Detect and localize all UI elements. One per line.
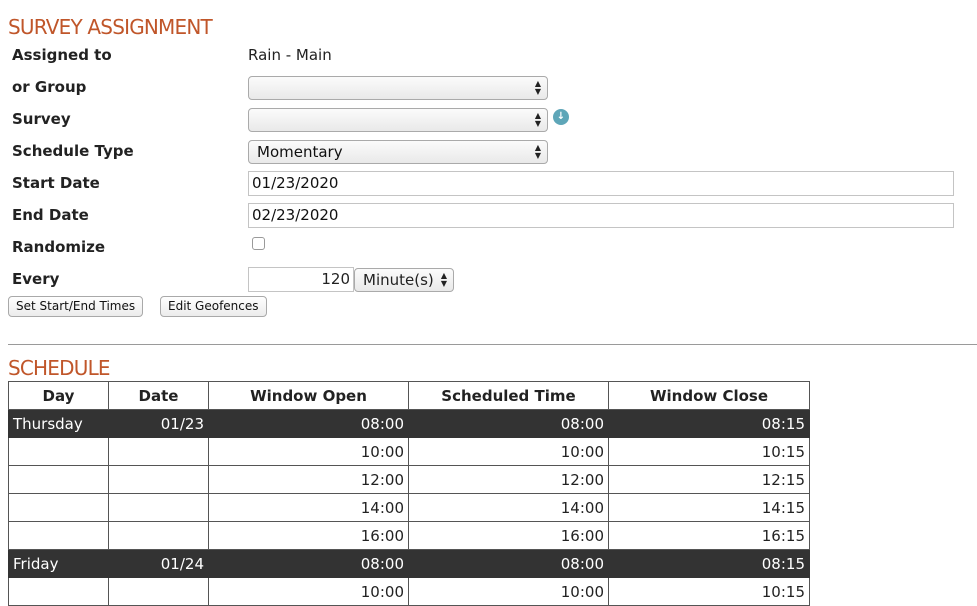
randomize-checkbox[interactable]	[252, 237, 265, 250]
cell-day	[8, 521, 109, 550]
section-divider	[8, 344, 977, 345]
cell-window-open: 08:00	[208, 409, 409, 438]
randomize-label: Randomize	[12, 238, 106, 256]
header-window-open: Window Open	[208, 381, 409, 410]
header-window-close: Window Close	[608, 381, 810, 410]
cell-day: Thursday	[8, 409, 109, 438]
start-date-input[interactable]: 01/23/2020	[248, 171, 954, 196]
cell-date: 01/24	[108, 549, 209, 578]
cell-date	[108, 437, 209, 466]
group-label: or Group	[12, 78, 87, 96]
table-row: 10:00 10:00 10:15	[8, 437, 810, 466]
cell-scheduled-time: 10:00	[408, 437, 609, 466]
schedule-table: Day Date Window Open Scheduled Time Wind…	[8, 381, 810, 606]
assigned-to-label: Assigned to	[12, 46, 112, 64]
cell-date	[108, 465, 209, 494]
survey-assignment-title: SURVEY ASSIGNMENT	[8, 15, 213, 39]
cell-scheduled-time: 12:00	[408, 465, 609, 494]
every-input[interactable]: 120	[248, 267, 354, 292]
cell-date	[108, 493, 209, 522]
cell-window-open: 10:00	[208, 437, 409, 466]
cell-window-open: 16:00	[208, 521, 409, 550]
cell-window-close: 08:15	[608, 409, 810, 438]
schedule-type-select[interactable]: Momentary ▲ ▼	[248, 140, 548, 164]
every-label: Every	[12, 270, 60, 288]
header-scheduled-time: Scheduled Time	[408, 381, 609, 410]
cell-date: 01/23	[108, 409, 209, 438]
cell-day: Friday	[8, 549, 109, 578]
cell-window-close: 16:15	[608, 521, 810, 550]
cell-window-close: 10:15	[608, 577, 810, 606]
end-date-input[interactable]: 02/23/2020	[248, 203, 954, 228]
cell-window-close: 08:15	[608, 549, 810, 578]
cell-scheduled-time: 16:00	[408, 521, 609, 550]
table-row: Friday 01/24 08:00 08:00 08:15	[8, 549, 810, 578]
header-day: Day	[8, 381, 109, 410]
cell-day	[8, 577, 109, 606]
header-date: Date	[108, 381, 209, 410]
end-date-label: End Date	[12, 206, 89, 224]
table-row: 10:00 10:00 10:15	[8, 577, 810, 606]
cell-date	[108, 577, 209, 606]
up-down-arrows-icon: ▲ ▼	[534, 79, 542, 96]
start-date-label: Start Date	[12, 174, 100, 192]
cell-window-open: 08:00	[208, 549, 409, 578]
schedule-header-row: Day Date Window Open Scheduled Time Wind…	[8, 381, 810, 410]
every-unit-select[interactable]: Minute(s) ▲ ▼	[354, 268, 454, 292]
table-row: 14:00 14:00 14:15	[8, 493, 810, 522]
info-download-icon[interactable]: ↓	[553, 109, 569, 125]
up-down-arrows-icon: ▲ ▼	[440, 271, 448, 288]
schedule-type-value: Momentary	[257, 143, 343, 161]
edit-geofences-button[interactable]: Edit Geofences	[160, 296, 267, 317]
cell-window-close: 10:15	[608, 437, 810, 466]
cell-scheduled-time: 08:00	[408, 549, 609, 578]
cell-window-open: 10:00	[208, 577, 409, 606]
schedule-title: SCHEDULE	[8, 356, 111, 380]
survey-select[interactable]: ▲ ▼	[248, 108, 548, 132]
cell-scheduled-time: 14:00	[408, 493, 609, 522]
schedule-type-label: Schedule Type	[12, 142, 134, 160]
cell-scheduled-time: 08:00	[408, 409, 609, 438]
cell-day	[8, 465, 109, 494]
group-select[interactable]: ▲ ▼	[248, 76, 548, 100]
cell-window-open: 14:00	[208, 493, 409, 522]
table-row: 12:00 12:00 12:15	[8, 465, 810, 494]
survey-label: Survey	[12, 110, 71, 128]
cell-window-close: 12:15	[608, 465, 810, 494]
table-row: 16:00 16:00 16:15	[8, 521, 810, 550]
cell-scheduled-time: 10:00	[408, 577, 609, 606]
cell-date	[108, 521, 209, 550]
every-unit-value: Minute(s)	[363, 271, 434, 289]
cell-day	[8, 493, 109, 522]
up-down-arrows-icon: ▲ ▼	[534, 143, 542, 160]
cell-window-close: 14:15	[608, 493, 810, 522]
table-row: Thursday 01/23 08:00 08:00 08:15	[8, 409, 810, 438]
assigned-to-value: Rain - Main	[248, 46, 332, 64]
cell-window-open: 12:00	[208, 465, 409, 494]
set-start-end-times-button[interactable]: Set Start/End Times	[8, 296, 144, 317]
cell-day	[8, 437, 109, 466]
up-down-arrows-icon: ▲ ▼	[534, 111, 542, 128]
